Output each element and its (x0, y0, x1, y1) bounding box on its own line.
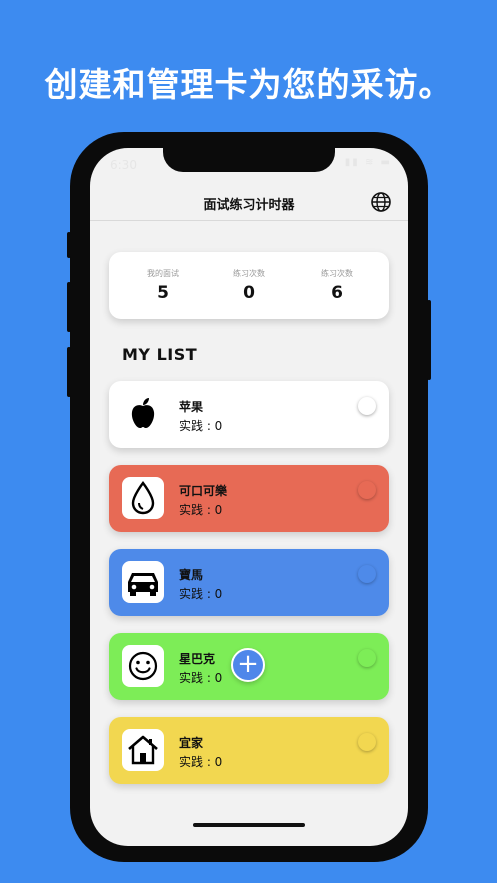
select-toggle[interactable] (358, 565, 376, 583)
add-button[interactable]: + (231, 648, 265, 682)
stat-interviews: 我的面试 5 (117, 252, 209, 303)
status-icons: ▮▮ ≋ ▬ (344, 157, 392, 168)
stat-value: 0 (243, 283, 255, 303)
card-name: 可口可樂 (179, 484, 228, 498)
stat-practice-total: 练习次数 6 (291, 252, 383, 303)
car-icon (122, 561, 164, 603)
list-item[interactable]: 寶馬 实践 : 0 (109, 549, 389, 616)
card-practice-count: 实践 : 0 (179, 503, 223, 517)
list-item[interactable]: 宜家 实践 : 0 (109, 717, 389, 784)
list-item[interactable]: 苹果 实践 : 0 (109, 381, 389, 448)
card-practice-count: 实践 : 0 (179, 755, 223, 769)
navbar: 面试练习计时器 (90, 188, 408, 221)
stat-label: 练习次数 (321, 269, 353, 278)
page-title: 面试练习计时器 (203, 198, 295, 213)
power-button (427, 300, 431, 380)
select-toggle[interactable] (358, 481, 376, 499)
list-item[interactable]: 可口可樂 实践 : 0 (109, 465, 389, 532)
notch (163, 148, 335, 172)
card-practice-count: 实践 : 0 (179, 671, 223, 685)
stats-card: 我的面试 5 练习次数 0 练习次数 6 (109, 252, 389, 319)
list-title: MY LIST (122, 345, 198, 364)
card-practice-count: 实践 : 0 (179, 419, 223, 433)
card-name: 宜家 (179, 736, 204, 750)
card-practice-count: 实践 : 0 (179, 587, 223, 601)
mute-switch (67, 232, 71, 258)
stat-practice: 练习次数 0 (203, 252, 295, 303)
card-name: 寶馬 (179, 568, 204, 582)
apple-icon (122, 393, 164, 435)
headline: 创建和管理卡为您的采访。 (44, 65, 453, 104)
volume-down-button (67, 347, 71, 397)
globe-icon[interactable] (370, 191, 392, 213)
stat-label: 练习次数 (233, 269, 265, 278)
house-icon (122, 729, 164, 771)
stat-value: 6 (331, 283, 343, 303)
select-toggle[interactable] (358, 649, 376, 667)
drop-icon (122, 477, 164, 519)
status-time: 6:30 (110, 158, 137, 172)
select-toggle[interactable] (358, 397, 376, 415)
card-name: 星巴克 (179, 652, 216, 666)
stat-value: 5 (157, 283, 169, 303)
select-toggle[interactable] (358, 733, 376, 751)
card-name: 苹果 (179, 400, 204, 414)
home-indicator[interactable] (193, 823, 305, 827)
stat-label: 我的面试 (147, 269, 179, 278)
volume-up-button (67, 282, 71, 332)
smiley-icon (122, 645, 164, 687)
phone-frame: 6:30 ▮▮ ≋ ▬ 面试练习计时器 我的面试 5 练习次数 0 练习次数 6… (67, 132, 431, 862)
app-screen: 6:30 ▮▮ ≋ ▬ 面试练习计时器 我的面试 5 练习次数 0 练习次数 6… (90, 148, 408, 846)
